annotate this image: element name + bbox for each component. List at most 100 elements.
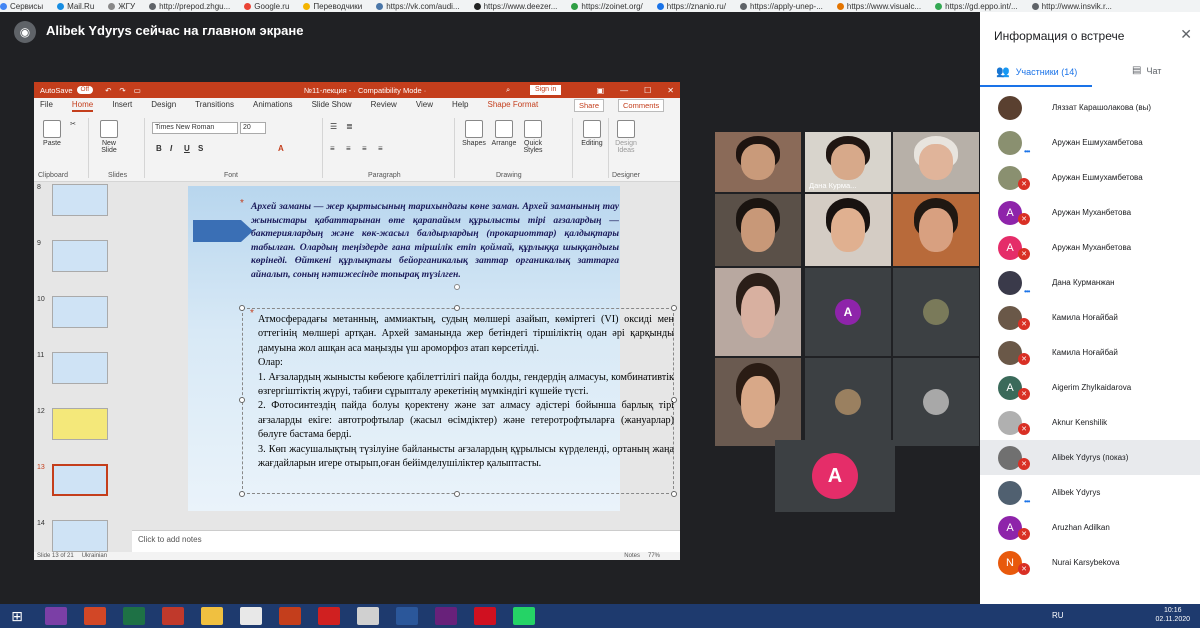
font-size-select[interactable]: 20 <box>240 122 266 134</box>
undo-icon[interactable]: ↶ <box>105 86 111 95</box>
arrange-button[interactable]: Arrange <box>490 120 518 147</box>
excel-app-icon[interactable] <box>123 607 145 625</box>
powerpoint-app-icon[interactable] <box>84 607 106 625</box>
shadow-button[interactable]: S <box>198 144 203 153</box>
bookmark-item[interactable]: https://apply-unep-... <box>739 2 823 11</box>
new-slide-button[interactable]: New Slide <box>94 120 124 154</box>
resize-handle[interactable] <box>671 491 677 497</box>
bookmark-item[interactable]: http://prepod.zhgu... <box>149 2 230 11</box>
comments-button[interactable]: Comments <box>618 99 665 112</box>
notes-toggle[interactable]: Notes <box>624 553 640 559</box>
participant-row[interactable]: ••• Аружан Ешмухамбетова <box>980 125 1200 160</box>
italic-button[interactable]: I <box>170 144 172 153</box>
rotate-handle-icon[interactable] <box>454 284 460 290</box>
bookmark-item[interactable]: Сервисы <box>0 2 43 11</box>
maximize-icon[interactable]: ☐ <box>644 86 651 95</box>
bookmark-item[interactable]: Google.ru <box>244 2 289 11</box>
participant-tile[interactable]: A <box>805 268 891 356</box>
participant-tile[interactable] <box>805 358 891 446</box>
pdf-app-icon[interactable] <box>162 607 184 625</box>
tab-view[interactable]: View <box>416 100 433 112</box>
participant-row[interactable]: ✕ Alibek Ydyrys (показ) <box>980 440 1200 475</box>
tab-animations[interactable]: Animations <box>253 100 293 112</box>
word-app-icon[interactable] <box>396 607 418 625</box>
explorer-app-icon[interactable] <box>201 607 223 625</box>
tab-chat[interactable]: ▤ Чат <box>1132 65 1161 76</box>
slide-thumbnail[interactable] <box>52 408 108 440</box>
ribbon-options-icon[interactable]: ▣ <box>597 86 605 95</box>
resize-handle[interactable] <box>454 491 460 497</box>
design-ideas-button[interactable]: Design Ideas <box>612 120 640 154</box>
resize-handle[interactable] <box>454 305 460 311</box>
bookmark-item[interactable]: Переводчики <box>303 2 362 11</box>
participant-row[interactable]: ✕ Аружан Ешмухамбетова <box>980 160 1200 195</box>
tab-help[interactable]: Help <box>452 100 468 112</box>
vs-app-icon[interactable] <box>435 607 457 625</box>
participant-row[interactable]: Ляззат Карашолакова (вы) <box>980 90 1200 125</box>
slide-thumbnail[interactable] <box>52 296 108 328</box>
bookmark-item[interactable]: Mail.Ru <box>57 2 94 11</box>
cut-icon[interactable]: ✂ <box>68 120 78 128</box>
participant-tile[interactable]: Дана Курма... <box>805 132 891 192</box>
align-center-button[interactable]: ≡ <box>346 144 351 153</box>
language-indicator[interactable]: RU <box>1052 611 1064 620</box>
minimize-icon[interactable]: — <box>620 86 628 95</box>
participant-row[interactable]: ✕ Камила Ноғайбай <box>980 335 1200 370</box>
quick-styles-button[interactable]: Quick Styles <box>520 120 546 154</box>
opera-app-icon[interactable] <box>474 607 496 625</box>
participant-row[interactable]: А ✕ Аружан Муханбетова <box>980 230 1200 265</box>
tab-file[interactable]: File <box>40 100 53 112</box>
paste-button[interactable]: Paste <box>38 120 66 147</box>
yandex-app-icon[interactable] <box>318 607 340 625</box>
editing-button[interactable]: Editing <box>578 120 606 147</box>
tab-design[interactable]: Design <box>151 100 176 112</box>
resize-handle[interactable] <box>671 305 677 311</box>
slide-paragraph-1[interactable]: Архей заманы — жер қыртысының тарихындағ… <box>251 200 619 281</box>
participant-tile[interactable] <box>893 268 979 356</box>
tab-transitions[interactable]: Transitions <box>195 100 234 112</box>
powerpoint-app-2-icon[interactable] <box>279 607 301 625</box>
participant-tile[interactable] <box>893 194 979 266</box>
participant-row[interactable]: ••• Дана Курманжан <box>980 265 1200 300</box>
start-icon[interactable]: ⊞ <box>6 607 28 625</box>
share-button[interactable]: Share <box>574 99 605 112</box>
participant-row[interactable]: A ✕ Aruzhan Adilkan <box>980 510 1200 545</box>
participant-row[interactable]: А ✕ Аружан Муханбетова <box>980 195 1200 230</box>
shapes-button[interactable]: Shapes <box>460 120 488 147</box>
participant-tile[interactable] <box>715 268 801 356</box>
participant-tile[interactable] <box>715 194 801 266</box>
tab-slide-show[interactable]: Slide Show <box>312 100 352 112</box>
participant-tile[interactable] <box>715 132 801 192</box>
bookmark-item[interactable]: ЖГУ <box>108 2 135 11</box>
bookmark-item[interactable]: https://gd.eppo.int/... <box>935 2 1018 11</box>
close-icon[interactable]: ✕ <box>667 86 674 95</box>
tab-review[interactable]: Review <box>371 100 397 112</box>
participant-row[interactable]: ••• Alibek Ydyrys <box>980 475 1200 510</box>
participant-tile[interactable] <box>893 358 979 446</box>
bookmark-item[interactable]: https://www.deezer... <box>473 2 557 11</box>
resize-handle[interactable] <box>239 491 245 497</box>
bookmark-item[interactable]: https://zoinet.org/ <box>571 2 643 11</box>
participant-tile[interactable]: A <box>775 440 895 512</box>
align-left-button[interactable]: ≡ <box>330 144 335 153</box>
tab-shape-format[interactable]: Shape Format <box>487 100 538 112</box>
participant-tile[interactable] <box>715 358 801 446</box>
sign-in-button[interactable]: Sign in <box>530 85 562 95</box>
bookmark-item[interactable]: https://znanio.ru/ <box>656 2 726 11</box>
quick-access-icon[interactable]: ▭ <box>134 86 141 95</box>
onenote-app-icon[interactable] <box>45 607 67 625</box>
participant-row[interactable]: ✕ Aknur Kenshilik <box>980 405 1200 440</box>
slide-thumbnail[interactable] <box>52 520 108 552</box>
font-color-button[interactable]: A <box>278 144 284 153</box>
justify-button[interactable]: ≡ <box>378 144 383 153</box>
font-name-select[interactable]: Times New Roman <box>152 122 238 134</box>
tab-home[interactable]: Home <box>71 100 94 112</box>
viewer-app-icon[interactable] <box>357 607 379 625</box>
bookmark-item[interactable]: https://www.visualc... <box>836 2 921 11</box>
resize-handle[interactable] <box>239 397 245 403</box>
bookmark-item[interactable]: https://vk.com/audi... <box>376 2 460 11</box>
whatsapp-app-icon[interactable] <box>513 607 535 625</box>
slide-thumbnail[interactable] <box>52 240 108 272</box>
search-icon[interactable]: ⌕ <box>506 85 510 95</box>
bold-button[interactable]: B <box>156 144 162 153</box>
